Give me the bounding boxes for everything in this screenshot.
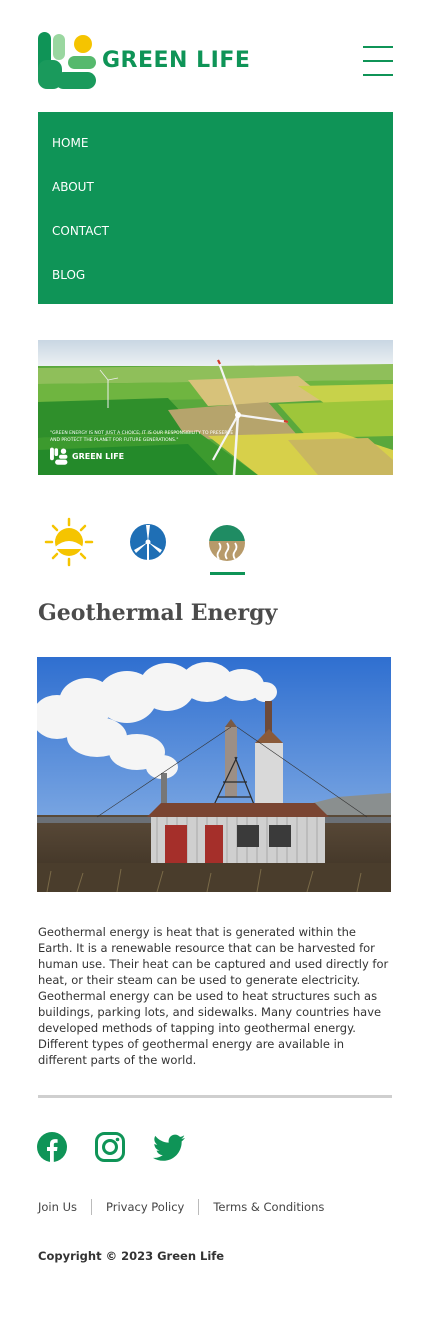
- instagram-icon: [95, 1132, 125, 1162]
- social-links: [37, 1132, 197, 1164]
- menu-toggle-button[interactable]: [363, 46, 393, 76]
- banner-quote: "GREEN ENERGY IS NOT JUST A CHOICE; IT I…: [50, 431, 234, 443]
- facebook-icon: [37, 1132, 67, 1162]
- tab-wind[interactable]: [114, 515, 170, 577]
- footer-link-separator: [198, 1199, 200, 1215]
- green-life-logo-icon: [38, 32, 96, 89]
- twitter-icon: [153, 1134, 185, 1161]
- nav-item-contact[interactable]: CONTACT: [38, 220, 393, 264]
- green-life-logo-icon: [50, 447, 68, 465]
- section-description: Geothermal energy is heat that is genera…: [38, 925, 389, 1067]
- energy-type-tabs: [38, 515, 258, 577]
- tab-geothermal[interactable]: [193, 515, 249, 577]
- footer-divider: [38, 1095, 392, 1098]
- copyright-text: Copyright © 2023 Green Life: [38, 1249, 225, 1263]
- logo[interactable]: GREEN LIFE: [38, 30, 251, 92]
- footer-links: Join Us Privacy Policy Terms & Condition…: [38, 1198, 324, 1216]
- hamburger-line: [363, 60, 393, 62]
- facebook-link[interactable]: [37, 1132, 67, 1162]
- geothermal-icon: [209, 525, 245, 561]
- geothermal-plant-photo: [37, 657, 391, 892]
- tab-solar[interactable]: [38, 515, 94, 577]
- footer-link-join-us[interactable]: Join Us: [38, 1200, 77, 1214]
- logo-text: GREEN LIFE: [102, 48, 251, 73]
- geothermal-plant-image: [37, 657, 391, 892]
- instagram-link[interactable]: [95, 1132, 125, 1162]
- nav-item-home[interactable]: HOME: [38, 132, 393, 176]
- wind-turbine-icon: [130, 524, 166, 560]
- main-nav: HOME ABOUT CONTACT BLOG: [38, 112, 393, 304]
- hamburger-line: [363, 46, 393, 48]
- twitter-link[interactable]: [153, 1132, 185, 1162]
- section-title: Geothermal Energy: [38, 600, 278, 626]
- header: GREEN LIFE: [38, 30, 393, 92]
- sun-icon: [44, 517, 94, 567]
- nav-item-about[interactable]: ABOUT: [38, 176, 393, 220]
- hamburger-line: [363, 74, 393, 76]
- footer-link-separator: [90, 1199, 92, 1215]
- footer-link-privacy-policy[interactable]: Privacy Policy: [106, 1200, 184, 1214]
- banner-brand-text: GREEN LIFE: [72, 451, 125, 461]
- hero-banner: "GREEN ENERGY IS NOT JUST A CHOICE; IT I…: [38, 340, 393, 475]
- footer-link-terms[interactable]: Terms & Conditions: [213, 1200, 324, 1214]
- nav-item-blog[interactable]: BLOG: [38, 264, 393, 308]
- banner-logo: GREEN LIFE: [50, 446, 124, 466]
